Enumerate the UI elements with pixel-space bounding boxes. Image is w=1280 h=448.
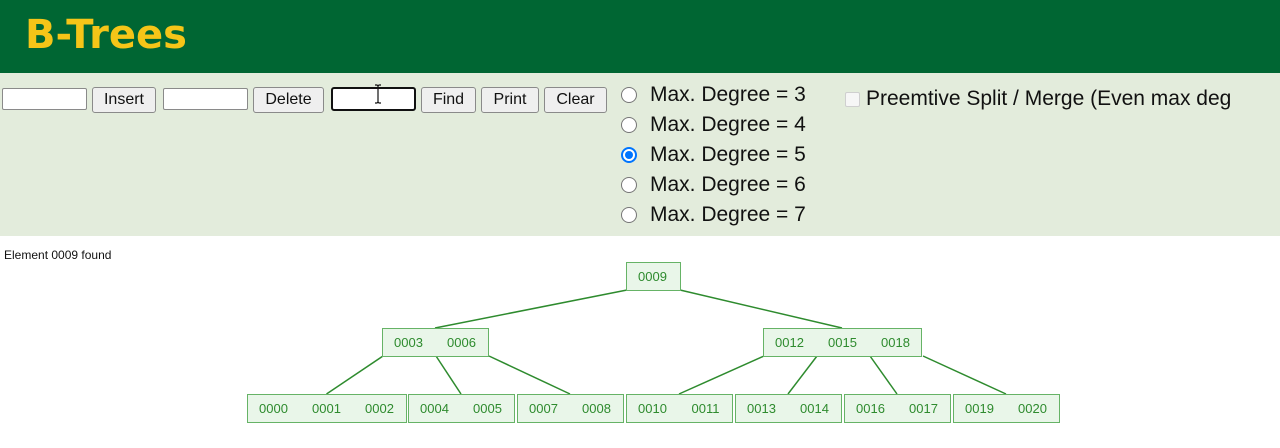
tree-node: 0019 0020 [953,394,1060,423]
tree-key: 0002 [365,401,394,416]
tree-node: 0004 0005 [408,394,515,423]
preemptive-label: Preemtive Split / Merge (Even max deg [866,87,1232,110]
tree-key: 0010 [638,401,667,416]
tree-edge [869,355,898,395]
tree-key: 0009 [638,269,667,284]
tree-key: 0015 [828,335,857,350]
degree-option-3[interactable]: Max. Degree = 3 [621,80,806,110]
tree-key: 0006 [447,335,476,350]
tree-edge [787,355,818,395]
degree-radio-6[interactable] [621,177,637,193]
tree-edge [435,355,462,395]
degree-label-6: Max. Degree = 6 [650,173,806,196]
degree-label-7: Max. Degree = 7 [650,203,806,226]
degree-label-3: Max. Degree = 3 [650,83,806,106]
tree-node: 0012 0015 0018 [763,328,922,357]
tree-edge [326,355,384,395]
tree-key: 0013 [747,401,776,416]
degree-label-5: Max. Degree = 5 [650,143,806,166]
tree-nodes: 0009 0003 0006 0012 0015 0018 0000 0001 0002 0004… [247,262,1060,423]
delete-button[interactable]: Delete [253,87,324,113]
preemptive-checkbox[interactable] [845,91,860,107]
tree-node: 0010 0011 [626,394,733,423]
tree-node: 0003 0006 [382,328,489,357]
tree-key: 0016 [856,401,885,416]
insert-input[interactable] [2,88,87,110]
degree-radio-5[interactable] [621,147,637,163]
tree-edge [922,355,1007,395]
tree-key: 0000 [259,401,288,416]
degree-label-4: Max. Degree = 4 [650,113,806,136]
text-cursor-icon [375,84,381,104]
degree-option-7[interactable]: Max. Degree = 7 [621,200,806,230]
tree-key: 0011 [692,401,720,416]
degree-radio-4[interactable] [621,117,637,133]
delete-input[interactable] [163,88,248,110]
tree-edge [488,355,571,395]
page-title: B-Trees [25,12,187,58]
tree-key: 0014 [800,401,829,416]
tree-key: 0001 [312,401,341,416]
degree-option-6[interactable]: Max. Degree = 6 [621,170,806,200]
preemptive-option[interactable]: Preemtive Split / Merge (Even max deg [845,85,1231,113]
tree-key: 0019 [965,401,994,416]
tree-key: 0007 [529,401,558,416]
degree-option-4[interactable]: Max. Degree = 4 [621,110,806,140]
tree-key: 0004 [420,401,449,416]
tree-edge [434,289,628,329]
tree-node: 0007 0008 [517,394,624,423]
degree-radio-7[interactable] [621,207,637,223]
find-button[interactable]: Find [421,87,476,113]
degree-option-5[interactable]: Max. Degree = 5 [621,140,806,170]
tree-key: 0017 [909,401,938,416]
tree-key: 0020 [1018,401,1047,416]
insert-button[interactable]: Insert [92,87,156,113]
tree-node: 0000 0001 0002 [247,394,407,423]
tree-edge [678,355,765,395]
tree-key: 0008 [582,401,611,416]
tree-key: 0003 [394,335,423,350]
tree-key: 0018 [881,335,910,350]
tree-key: 0012 [775,335,804,350]
tree-node: 0009 [626,262,681,291]
clear-button[interactable]: Clear [544,87,607,113]
print-button[interactable]: Print [481,87,539,113]
tree-node: 0013 0014 [735,394,842,423]
degree-radio-3[interactable] [621,87,637,103]
tree-node: 0016 0017 [844,394,951,423]
tree-key: 0005 [473,401,502,416]
tree-edge [679,289,843,329]
header-bar: B-Trees [0,0,1280,73]
btree-canvas: 0009 0003 0006 0012 0015 0018 0000 0001 0002 0004… [247,262,1060,423]
